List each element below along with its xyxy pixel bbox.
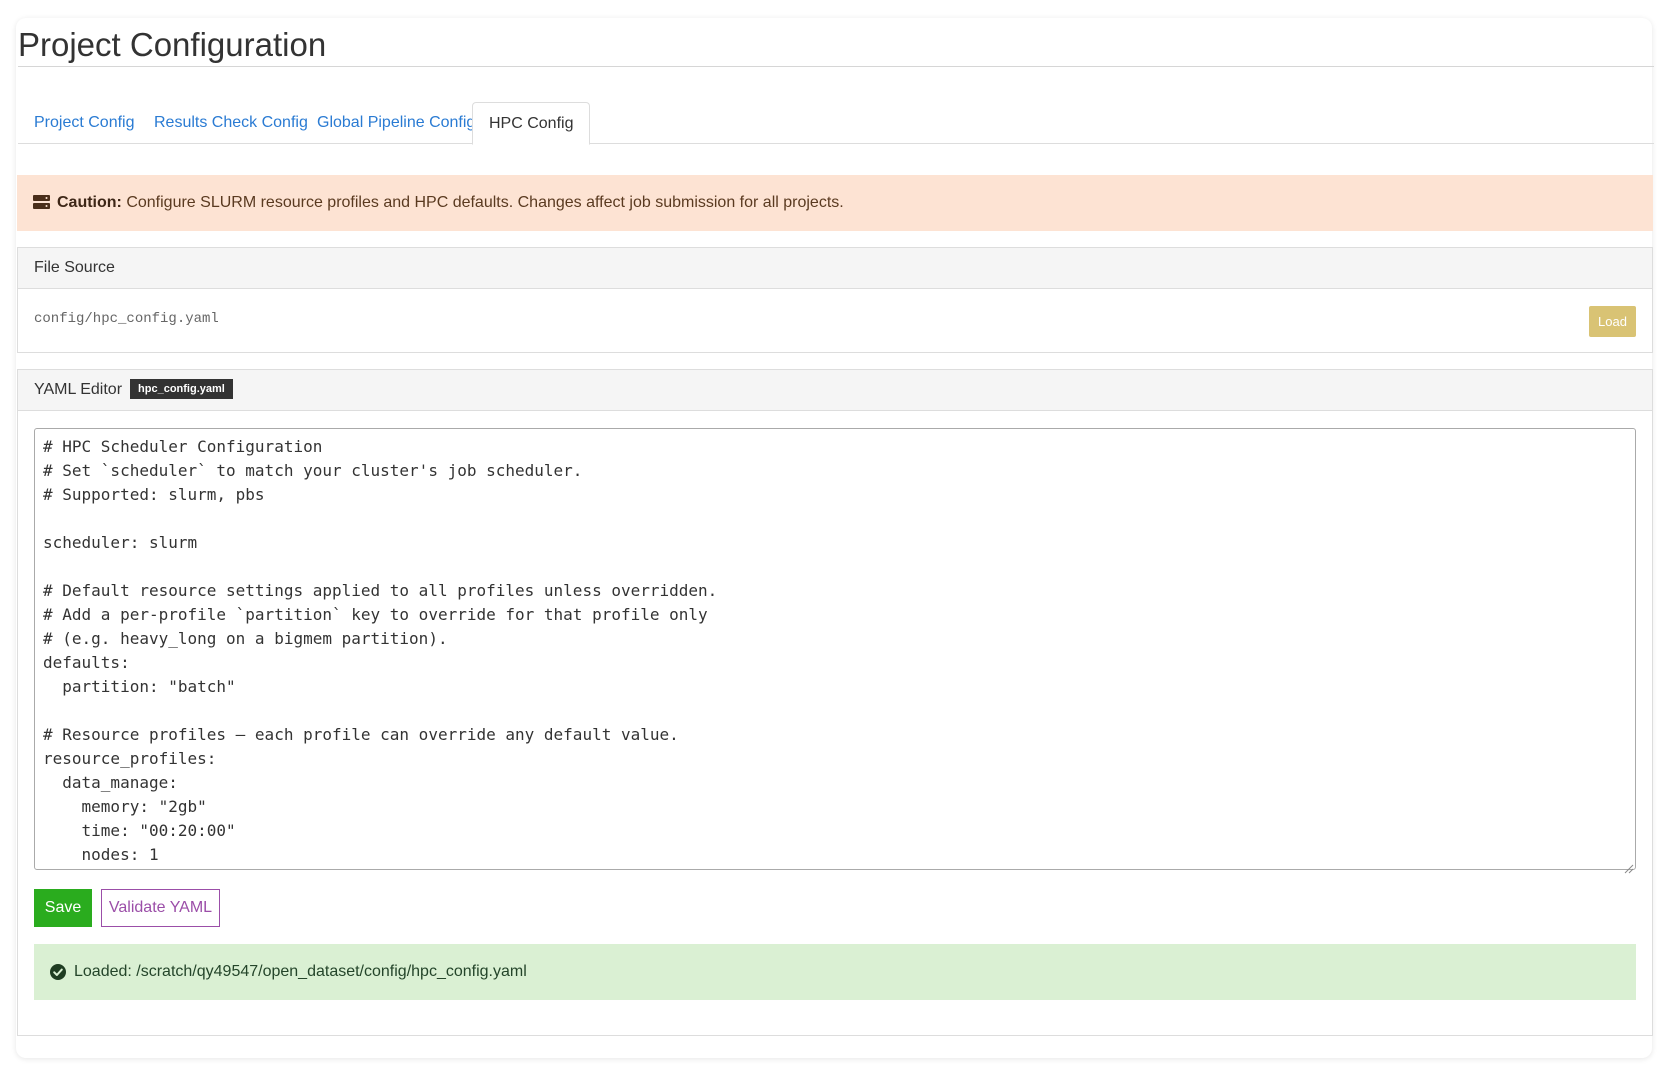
resize-handle-icon[interactable] <box>1622 861 1634 874</box>
yaml-textarea[interactable]: # HPC Scheduler Configuration # Set `sch… <box>34 428 1636 870</box>
file-path: config/hpc_config.yaml <box>34 311 219 327</box>
validate-yaml-button[interactable]: Validate YAML <box>101 889 220 927</box>
loaded-status-message: Loaded: /scratch/qy49547/open_dataset/co… <box>74 963 527 980</box>
yaml-editor-heading: YAML Editor hpc_config.yaml <box>18 370 1652 411</box>
tab-global-pipeline-config[interactable]: Global Pipeline Config <box>317 102 475 144</box>
load-button[interactable]: Load <box>1589 306 1636 337</box>
loaded-status-alert: Loaded: /scratch/qy49547/open_dataset/co… <box>34 944 1636 1000</box>
file-source-heading: File Source <box>18 248 1652 289</box>
save-button[interactable]: Save <box>34 889 92 927</box>
tab-results-check-config[interactable]: Results Check Config <box>154 102 308 144</box>
tab-hpc-config[interactable]: HPC Config <box>472 102 591 145</box>
filename-badge: hpc_config.yaml <box>130 378 233 399</box>
caution-message: Configure SLURM resource profiles and HP… <box>126 194 844 211</box>
file-source-panel: File Source config/hpc_config.yaml Load <box>17 247 1653 353</box>
caution-alert: Caution: Configure SLURM resource profil… <box>17 175 1653 231</box>
yaml-editor-panel: YAML Editor hpc_config.yaml # HPC Schedul… <box>17 369 1653 1036</box>
file-source-body: config/hpc_config.yaml Load <box>18 289 1652 352</box>
tab-project-config[interactable]: Project Config <box>34 102 135 144</box>
page-title: Project Configuration <box>18 26 327 63</box>
caution-label: Caution: <box>57 194 122 211</box>
yaml-editor-title: YAML Editor <box>34 381 123 398</box>
config-tabs: Project Config Results Check Config Glob… <box>18 102 1654 145</box>
server-icon <box>33 195 50 210</box>
check-circle-icon <box>50 964 66 980</box>
title-divider <box>18 66 1654 67</box>
